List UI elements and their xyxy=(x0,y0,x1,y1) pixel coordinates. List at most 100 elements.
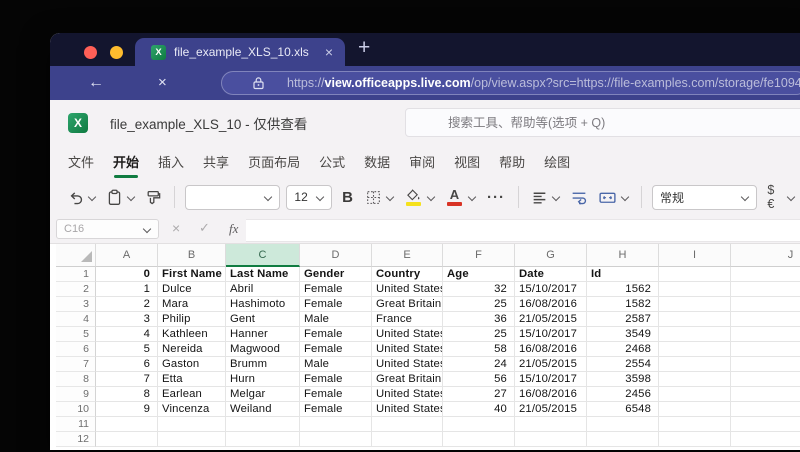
cell-G1[interactable]: Date xyxy=(515,267,587,282)
merge-cells-button[interactable] xyxy=(593,189,634,206)
cell-H2[interactable]: 1562 xyxy=(587,282,659,297)
cell-A7[interactable]: 6 xyxy=(96,357,158,372)
cell-J11[interactable] xyxy=(731,417,800,432)
cell-H12[interactable] xyxy=(587,432,659,447)
cell-C12[interactable] xyxy=(226,432,300,447)
cell-C7[interactable]: Brumm xyxy=(226,357,300,372)
cell-E11[interactable] xyxy=(372,417,443,432)
menu-tab-data[interactable]: 数据 xyxy=(364,152,390,171)
cell-B12[interactable] xyxy=(158,432,226,447)
cell-F11[interactable] xyxy=(443,417,515,432)
cell-F8[interactable]: 56 xyxy=(443,372,515,387)
row-header-8[interactable]: 8 xyxy=(56,372,96,387)
search-input[interactable] xyxy=(405,108,800,137)
cell-A6[interactable]: 5 xyxy=(96,342,158,357)
cell-J1[interactable] xyxy=(731,267,800,282)
cell-E8[interactable]: Great Britain xyxy=(372,372,443,387)
close-window-button[interactable] xyxy=(84,46,97,59)
cell-I4[interactable] xyxy=(659,312,731,327)
cell-C9[interactable]: Melgar xyxy=(226,387,300,402)
cell-G4[interactable]: 21/05/2015 xyxy=(515,312,587,327)
menu-tab-home[interactable]: 开始 xyxy=(113,152,139,178)
enter-icon[interactable]: ✓ xyxy=(199,220,210,236)
cell-E4[interactable]: France xyxy=(372,312,443,327)
cell-G8[interactable]: 15/10/2017 xyxy=(515,372,587,387)
row-header-12[interactable]: 12 xyxy=(56,432,96,447)
cell-G5[interactable]: 15/10/2017 xyxy=(515,327,587,342)
cell-F6[interactable]: 58 xyxy=(443,342,515,357)
alignment-button[interactable] xyxy=(526,189,565,206)
cell-H1[interactable]: Id xyxy=(587,267,659,282)
number-format-select[interactable]: 常规 xyxy=(652,184,758,210)
cell-A11[interactable] xyxy=(96,417,158,432)
browser-tab[interactable]: X file_example_XLS_10.xls × xyxy=(135,38,345,66)
cell-D10[interactable]: Female xyxy=(300,402,372,417)
insert-function-icon[interactable]: fx xyxy=(229,221,238,237)
column-header-H[interactable]: H xyxy=(587,244,659,267)
menu-tab-page-layout[interactable]: 页面布局 xyxy=(248,152,300,171)
more-options-button[interactable]: ··· xyxy=(481,189,511,206)
cell-D1[interactable]: Gender xyxy=(300,267,372,282)
cell-B6[interactable]: Nereida xyxy=(158,342,226,357)
formula-input[interactable] xyxy=(246,219,800,242)
cell-J3[interactable] xyxy=(731,297,800,312)
name-box[interactable]: C16 xyxy=(56,219,159,239)
row-header-2[interactable]: 2 xyxy=(56,282,96,297)
cell-H5[interactable]: 3549 xyxy=(587,327,659,342)
column-header-J[interactable]: J xyxy=(731,244,800,267)
cell-I9[interactable] xyxy=(659,387,731,402)
cell-D12[interactable] xyxy=(300,432,372,447)
cell-C10[interactable]: Weiland xyxy=(226,402,300,417)
cell-F1[interactable]: Age xyxy=(443,267,515,282)
cell-G6[interactable]: 16/08/2016 xyxy=(515,342,587,357)
menu-tab-review[interactable]: 审阅 xyxy=(409,152,435,171)
column-header-F[interactable]: F xyxy=(443,244,515,267)
new-tab-button[interactable]: + xyxy=(358,36,370,60)
cell-I3[interactable] xyxy=(659,297,731,312)
cell-J9[interactable] xyxy=(731,387,800,402)
cell-J4[interactable] xyxy=(731,312,800,327)
cell-I10[interactable] xyxy=(659,402,731,417)
cell-I1[interactable] xyxy=(659,267,731,282)
cell-B3[interactable]: Mara xyxy=(158,297,226,312)
cell-H8[interactable]: 3598 xyxy=(587,372,659,387)
stop-button[interactable]: × xyxy=(158,73,167,93)
menu-tab-insert[interactable]: 插入 xyxy=(158,152,184,171)
menu-tab-formulas[interactable]: 公式 xyxy=(319,152,345,171)
cell-E10[interactable]: United States xyxy=(372,402,443,417)
tab-close-icon[interactable]: × xyxy=(323,45,335,59)
cell-B7[interactable]: Gaston xyxy=(158,357,226,372)
row-header-10[interactable]: 10 xyxy=(56,402,96,417)
cell-G10[interactable]: 21/05/2015 xyxy=(515,402,587,417)
borders-button[interactable] xyxy=(360,189,399,206)
cell-D4[interactable]: Male xyxy=(300,312,372,327)
cell-H7[interactable]: 2554 xyxy=(587,357,659,372)
cancel-icon[interactable]: × xyxy=(172,220,180,236)
column-header-D[interactable]: D xyxy=(300,244,372,267)
cell-B1[interactable]: First Name xyxy=(158,267,226,282)
cell-C8[interactable]: Hurn xyxy=(226,372,300,387)
cell-J8[interactable] xyxy=(731,372,800,387)
cell-G11[interactable] xyxy=(515,417,587,432)
minimize-window-button[interactable] xyxy=(110,46,123,59)
cell-G7[interactable]: 21/05/2015 xyxy=(515,357,587,372)
cell-I2[interactable] xyxy=(659,282,731,297)
cell-B10[interactable]: Vincenza xyxy=(158,402,226,417)
cell-B9[interactable]: Earlean xyxy=(158,387,226,402)
menu-tab-help[interactable]: 帮助 xyxy=(499,152,525,171)
cell-A5[interactable]: 4 xyxy=(96,327,158,342)
cell-B4[interactable]: Philip xyxy=(158,312,226,327)
cell-C1[interactable]: Last Name xyxy=(226,267,300,282)
cell-A10[interactable]: 9 xyxy=(96,402,158,417)
column-header-B[interactable]: B xyxy=(158,244,226,267)
row-header-1[interactable]: 1 xyxy=(56,267,96,282)
cell-A9[interactable]: 8 xyxy=(96,387,158,402)
cell-F7[interactable]: 24 xyxy=(443,357,515,372)
cell-C6[interactable]: Magwood xyxy=(226,342,300,357)
cell-G9[interactable]: 16/08/2016 xyxy=(515,387,587,402)
cell-I7[interactable] xyxy=(659,357,731,372)
select-all-button[interactable] xyxy=(56,244,96,267)
cell-H11[interactable] xyxy=(587,417,659,432)
cell-B11[interactable] xyxy=(158,417,226,432)
cell-D2[interactable]: Female xyxy=(300,282,372,297)
